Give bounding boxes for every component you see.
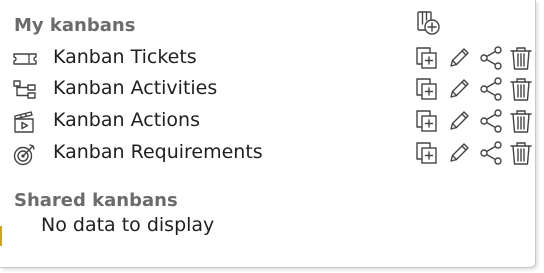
- copy-kanban-button[interactable]: [414, 76, 440, 102]
- kanban-row-actions: Kanban Actions: [0, 106, 535, 136]
- share-kanban-button[interactable]: [478, 140, 504, 166]
- kanban-label[interactable]: Kanban Requirements: [53, 141, 263, 163]
- kanban-row-activities: Kanban Activities: [0, 74, 535, 104]
- copy-kanban-button[interactable]: [414, 140, 440, 166]
- copy-icon: [416, 78, 437, 100]
- delete-kanban-button[interactable]: [508, 76, 534, 102]
- delete-icon: [510, 110, 532, 133]
- kanban-row-tickets: Kanban Tickets: [0, 43, 535, 73]
- ticket-icon: [12, 47, 38, 71]
- shared-kanbans-title: Shared kanbans: [14, 190, 178, 211]
- copy-icon: [416, 110, 437, 132]
- hierarchy-icon: [12, 78, 38, 102]
- my-kanbans-title: My kanbans: [14, 15, 136, 36]
- target-icon: [12, 142, 38, 166]
- share-icon: [480, 141, 502, 165]
- edit-kanban-button[interactable]: [446, 76, 472, 102]
- kanban-label[interactable]: Kanban Tickets: [53, 46, 197, 68]
- kanban-row-requirements: Kanban Requirements: [0, 138, 535, 168]
- delete-icon: [510, 47, 532, 70]
- edit-kanban-button[interactable]: [446, 108, 472, 134]
- delete-kanban-button[interactable]: [508, 108, 534, 134]
- share-kanban-button[interactable]: [478, 45, 504, 71]
- copy-icon: [416, 47, 437, 69]
- copy-icon: [416, 142, 437, 164]
- share-icon: [480, 77, 502, 101]
- share-kanban-button[interactable]: [478, 108, 504, 134]
- add-kanban-icon: [417, 11, 440, 35]
- edit-icon: [450, 48, 469, 67]
- edit-kanban-button[interactable]: [446, 45, 472, 71]
- left-accent-strip: [0, 226, 2, 246]
- kanban-label[interactable]: Kanban Activities: [53, 77, 217, 99]
- delete-icon: [510, 142, 532, 165]
- copy-kanban-button[interactable]: [414, 108, 440, 134]
- delete-kanban-button[interactable]: [508, 45, 534, 71]
- clapperboard-play-icon: [12, 110, 38, 134]
- share-icon: [480, 46, 502, 70]
- empty-state-message: No data to display: [41, 214, 215, 236]
- add-kanban-button[interactable]: [415, 10, 441, 36]
- copy-kanban-button[interactable]: [414, 45, 440, 71]
- delete-icon: [510, 78, 532, 101]
- delete-kanban-button[interactable]: [508, 140, 534, 166]
- share-icon: [480, 109, 502, 133]
- edit-icon: [450, 79, 469, 98]
- edit-kanban-button[interactable]: [446, 140, 472, 166]
- edit-icon: [450, 143, 469, 162]
- kanban-list-panel: My kanbans Kanban Tickets Kanban Activit…: [0, 0, 536, 268]
- share-kanban-button[interactable]: [478, 76, 504, 102]
- kanban-label[interactable]: Kanban Actions: [53, 109, 200, 131]
- edit-icon: [450, 111, 469, 130]
